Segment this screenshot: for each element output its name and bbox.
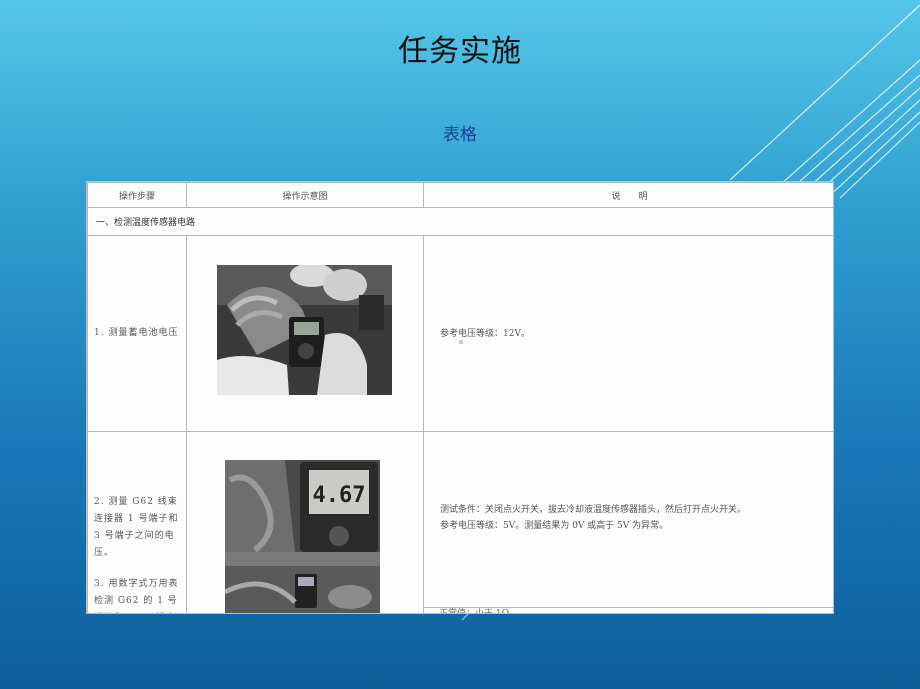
section-row: 一、检测温度传感器电路 (87, 207, 833, 236)
slide-title: 任务实施 (398, 34, 522, 69)
meter-reading: 4.67 (313, 483, 366, 508)
step-cell: 1. 测量蓄电池电压 (87, 235, 187, 432)
table-row: 2. 测量 G62 线束连接器 1 号端子和 3 号端子之间的电压。 3. 用数… (87, 431, 833, 613)
description-line: 参考电压等级：5V。测量结果为 0V 或高于 5V 为异常。 (440, 521, 669, 531)
multimeter-photo: 4.67 (225, 460, 380, 552)
description-line: 参考电压等级：12V。 (440, 328, 530, 339)
small-marker (459, 340, 463, 344)
section-title: 一、检测温度传感器电路 (87, 207, 833, 236)
procedure-table: 操作步骤 操作示意图 说 明 一、检测温度传感器电路 1. 测量蓄电池电压 参考… (87, 182, 833, 613)
step-cell: 2. 测量 G62 线束连接器 1 号端子和 3 号端子之间的电压。 3. 用数… (87, 431, 187, 613)
next-row-text: 正常值：小于 1Ω (439, 609, 510, 614)
header-description: 说 明 (423, 182, 833, 208)
table-row: 1. 测量蓄电池电压 参考电压等级：12V。 (87, 235, 833, 432)
description-cell: 参考电压等级：12V。 (423, 235, 833, 432)
engine-test-photo (225, 552, 380, 613)
document-table-image: 操作步骤 操作示意图 说 明 一、检测温度传感器电路 1. 测量蓄电池电压 参考… (86, 181, 834, 614)
header-diagram: 操作示意图 (186, 182, 424, 208)
step-text: 2. 测量 G62 线束连接器 1 号端子和 3 号端子之间的电压。 (94, 497, 179, 558)
description-cell: 测试条件：关闭点火开关，拔去冷却液温度传感器插头，然后打开点火开关。 参考电压等… (423, 431, 833, 613)
header-step: 操作步骤 (87, 182, 187, 208)
slide-subtitle: 表格 (443, 125, 477, 145)
step-text: 3. 用数字式万用表检测 G62 的 1 号端子和 ECU 插座 67 (94, 579, 179, 606)
engine-bay-photo (217, 265, 392, 395)
description-line: 测试条件：关闭点火开关，拔去冷却液温度传感器插头，然后打开点火开关。 (440, 505, 747, 515)
table-header-row: 操作步骤 操作示意图 说 明 (87, 182, 833, 208)
